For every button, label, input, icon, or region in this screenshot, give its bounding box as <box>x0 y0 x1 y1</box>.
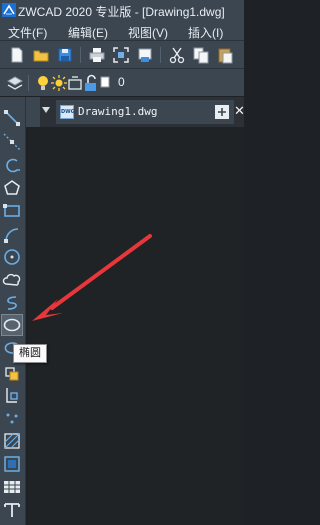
make-block-icon[interactable] <box>2 385 22 405</box>
rectangle-icon[interactable] <box>2 201 22 221</box>
layer-manager-icon[interactable] <box>6 74 24 92</box>
window-title: ZWCAD 2020 专业版 - [Drawing1.dwg] <box>18 5 225 19</box>
circle-icon[interactable] <box>2 247 22 267</box>
dwg-file-icon: DWG <box>60 105 75 119</box>
menu-edit[interactable]: 编辑(E) <box>68 24 108 41</box>
layer-unlock-icon[interactable] <box>82 74 100 92</box>
ellipse-icon[interactable] <box>1 314 23 336</box>
menu-view[interactable]: 视图(V) <box>128 24 168 41</box>
construction-line-icon[interactable] <box>2 132 22 152</box>
draw-toolbar <box>0 97 26 525</box>
drawing-canvas[interactable] <box>28 127 244 525</box>
document-tab-label: Drawing1.dwg <box>78 105 158 118</box>
plot-preview-icon[interactable] <box>136 46 154 64</box>
copy-icon[interactable] <box>192 46 210 64</box>
point-icon[interactable] <box>2 408 22 428</box>
multiline-text-icon[interactable] <box>2 500 22 520</box>
spline-icon[interactable] <box>2 293 22 313</box>
toolbar-separator <box>28 75 29 91</box>
menu-file[interactable]: 文件(F) <box>8 24 47 41</box>
document-tab[interactable]: DWG Drawing1.dwg ✕ <box>56 100 245 124</box>
layer-color-swatch[interactable] <box>100 75 110 89</box>
table-icon[interactable] <box>2 477 22 497</box>
insert-block-icon[interactable] <box>2 362 22 382</box>
title-bar: ZWCAD 2020 专业版 - [Drawing1.dwg] <box>0 0 244 22</box>
menu-bar: 文件(F) 编辑(E) 视图(V) 插入(I) <box>0 22 244 40</box>
new-file-icon[interactable] <box>8 46 26 64</box>
print-icon[interactable] <box>88 46 106 64</box>
ellipse-tooltip: 椭圆 <box>13 344 47 363</box>
zwcad-logo-icon <box>2 3 16 17</box>
toolbar-separator <box>160 47 161 63</box>
tabs-dropdown-icon[interactable] <box>42 107 50 113</box>
toolbar-separator <box>80 47 81 63</box>
layer-toolbar: 0 <box>0 68 244 96</box>
open-folder-icon[interactable] <box>32 46 50 64</box>
hatch-icon[interactable] <box>2 431 22 451</box>
close-tab-icon[interactable]: ✕ <box>234 104 245 119</box>
cut-icon[interactable] <box>168 46 186 64</box>
zoom-extents-icon[interactable] <box>112 46 130 64</box>
save-icon[interactable] <box>56 46 74 64</box>
menu-insert[interactable]: 插入(I) <box>188 24 223 41</box>
polygon-icon[interactable] <box>2 178 22 198</box>
line-icon[interactable] <box>2 108 22 128</box>
region-icon[interactable] <box>2 454 22 474</box>
polyline-icon[interactable] <box>2 155 22 175</box>
paste-icon[interactable] <box>216 46 234 64</box>
revision-cloud-icon[interactable] <box>2 270 22 290</box>
standard-toolbar <box>0 40 244 68</box>
toolbar-control[interactable] <box>26 97 40 127</box>
layer-name[interactable]: 0 <box>118 75 125 89</box>
arc-icon[interactable] <box>2 224 22 244</box>
new-drawing-tab-icon[interactable] <box>212 102 232 122</box>
